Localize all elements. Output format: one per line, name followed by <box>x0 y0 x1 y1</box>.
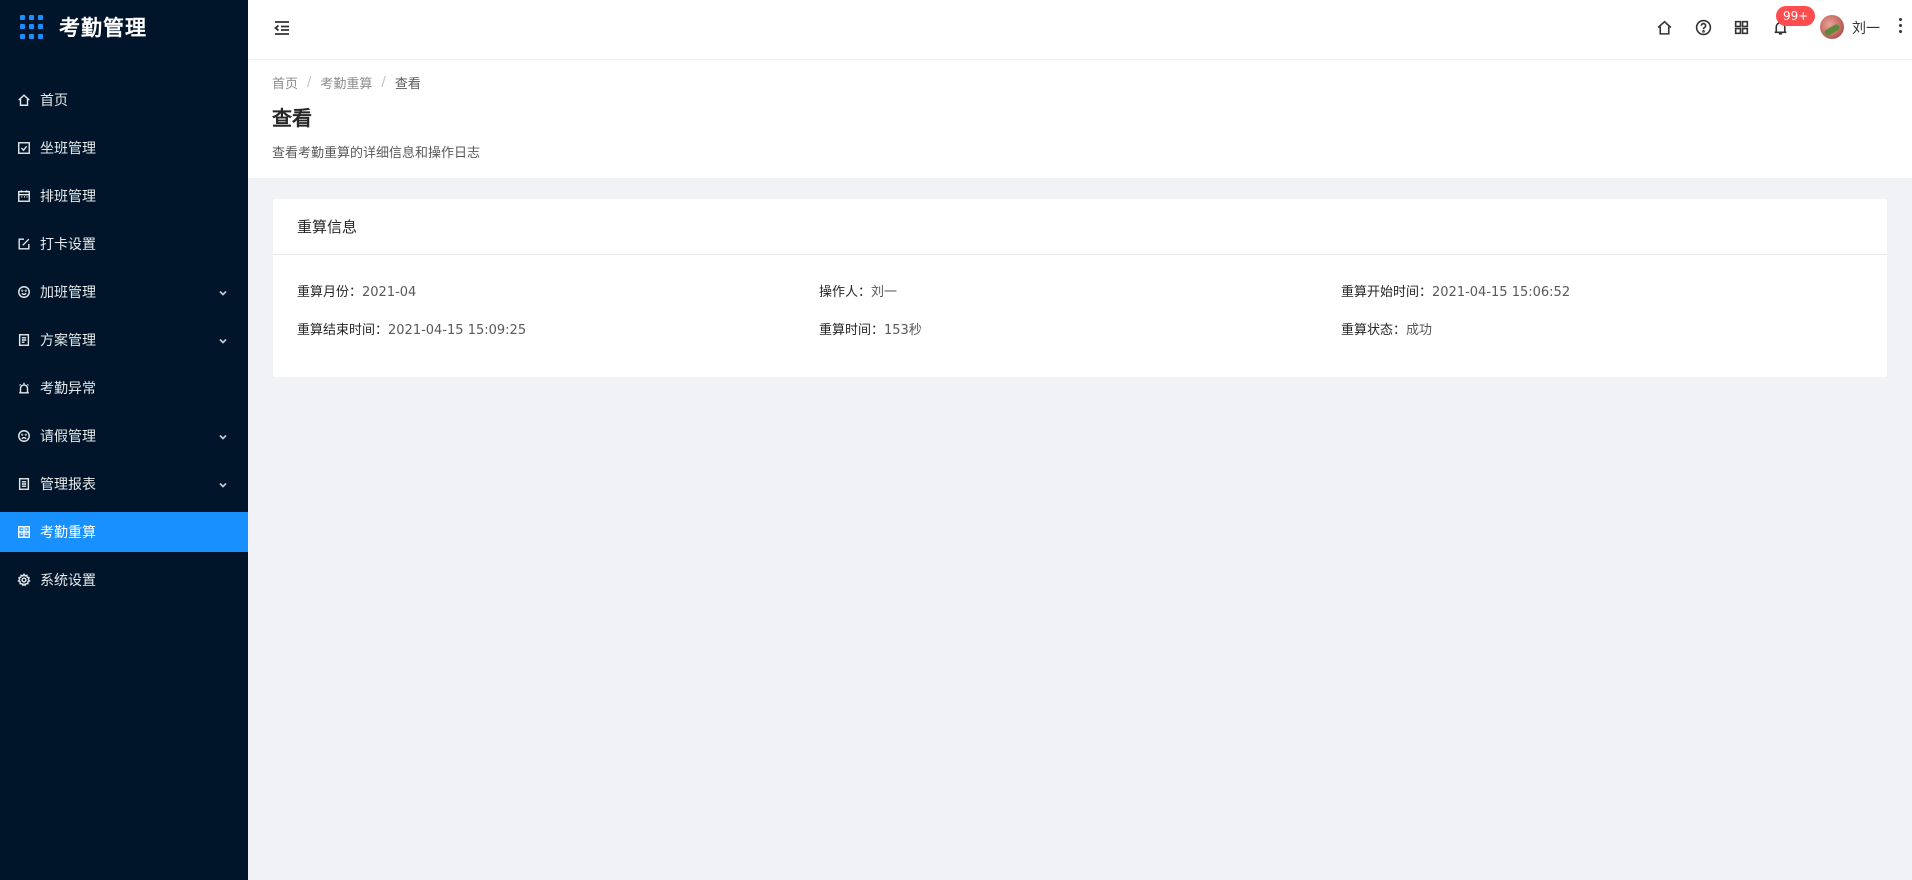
sidebar-item-label: 打卡设置 <box>40 237 96 253</box>
help-icon[interactable] <box>1695 19 1712 36</box>
apps-logo-icon <box>20 15 44 39</box>
sidebar-item-home[interactable]: 首页 <box>0 80 248 120</box>
sidebar-item-leave[interactable]: 请假管理 <box>0 416 248 456</box>
calendar-icon <box>16 189 31 204</box>
sidebar-item-reports[interactable]: 管理报表 <box>0 464 248 504</box>
description-item: 重算结束时间：2021-04-15 15:09:25 <box>297 319 819 357</box>
sidebar-item-label: 系统设置 <box>40 573 96 589</box>
sidebar-item-label: 坐班管理 <box>40 141 96 157</box>
chevron-down-icon <box>218 430 228 440</box>
breadcrumb-separator: / <box>381 75 386 90</box>
avatar[interactable] <box>1820 15 1844 39</box>
recalc-month-value: 2021-04 <box>362 285 417 300</box>
chevron-down-icon <box>218 286 228 296</box>
operator-label: 操作人： <box>819 285 872 300</box>
description-item: 操作人：刘一 <box>819 281 1341 319</box>
sidebar-item-overtime[interactable]: 加班管理 <box>0 272 248 312</box>
description-list: 重算月份：2021-04 操作人：刘一 重算开始时间：2021-04-15 15… <box>297 281 1867 357</box>
description-row: 重算结束时间：2021-04-15 15:09:25 重算时间：153秒 重算状… <box>297 319 1867 357</box>
app-title: 考勤管理 <box>59 16 147 40</box>
home-icon[interactable] <box>1656 19 1673 36</box>
breadcrumb-recalculation[interactable]: 考勤重算 <box>320 73 372 92</box>
logo[interactable]: 考勤管理 <box>0 0 248 54</box>
checkbox-icon <box>16 141 31 156</box>
sidebar: 考勤管理 首页 坐班管理 排班管理 打卡设置 加班管理 方案管理 考勤异常 请假… <box>0 0 248 880</box>
notification-badge: 99+ <box>1776 6 1816 26</box>
breadcrumb: 首页 / 考勤重算 / 查看 <box>272 73 421 92</box>
page-title: 查看 <box>272 106 312 130</box>
description-item: 重算时间：153秒 <box>819 319 1341 357</box>
sidebar-item-plans[interactable]: 方案管理 <box>0 320 248 360</box>
menu-fold-icon[interactable] <box>272 18 292 38</box>
sidebar-item-label: 方案管理 <box>40 333 96 349</box>
sidebar-item-label: 加班管理 <box>40 285 96 301</box>
sidebar-item-label: 考勤异常 <box>40 381 96 397</box>
end-time-value: 2021-04-15 15:09:25 <box>388 323 527 338</box>
end-time-label: 重算结束时间： <box>297 323 389 338</box>
alarm-icon <box>16 381 31 396</box>
sidebar-item-label: 排班管理 <box>40 189 96 205</box>
status-value: 成功 <box>1406 323 1433 338</box>
breadcrumb-current: 查看 <box>394 77 421 92</box>
settings-icon <box>16 573 31 588</box>
card-title: 重算信息 <box>273 199 1887 255</box>
sidebar-item-exceptions[interactable]: 考勤异常 <box>0 368 248 408</box>
apps-icon[interactable] <box>1733 19 1750 36</box>
duration-label: 重算时间： <box>819 323 885 338</box>
description-item: 重算状态：成功 <box>1341 319 1863 357</box>
top-header: 99+ 刘一 <box>248 0 1912 60</box>
recalculation-info-card: 重算信息 重算月份：2021-04 操作人：刘一 重算开始时间：2021-04-… <box>272 198 1888 378</box>
chevron-down-icon <box>218 478 228 488</box>
calculator-icon <box>16 525 31 540</box>
home-icon <box>16 93 31 108</box>
sidebar-item-label: 管理报表 <box>40 477 96 493</box>
sidebar-item-label: 请假管理 <box>40 429 96 445</box>
start-time-label: 重算开始时间： <box>1341 285 1433 300</box>
smile-icon <box>16 285 31 300</box>
description-item: 重算月份：2021-04 <box>297 281 819 319</box>
sidebar-item-label: 考勤重算 <box>40 525 96 541</box>
start-time-value: 2021-04-15 15:06:52 <box>1432 285 1571 300</box>
sidebar-item-clock-in[interactable]: 打卡设置 <box>0 224 248 264</box>
description-item: 重算开始时间：2021-04-15 15:06:52 <box>1341 281 1863 319</box>
report-icon <box>16 477 31 492</box>
edit-icon <box>16 237 31 252</box>
description-row: 重算月份：2021-04 操作人：刘一 重算开始时间：2021-04-15 15… <box>297 281 1867 319</box>
more-vertical-icon[interactable] <box>1897 18 1903 36</box>
file-icon <box>16 333 31 348</box>
sidebar-menu: 首页 坐班管理 排班管理 打卡设置 加班管理 方案管理 考勤异常 请假管理 管理… <box>0 80 248 600</box>
sidebar-item-settings[interactable]: 系统设置 <box>0 560 248 600</box>
sidebar-item-recalculation[interactable]: 考勤重算 <box>0 512 248 552</box>
sidebar-item-label: 首页 <box>40 93 68 109</box>
frown-icon <box>16 429 31 444</box>
operator-value: 刘一 <box>871 285 898 300</box>
page-header: 首页 / 考勤重算 / 查看 查看 查看考勤重算的详细信息和操作日志 <box>248 60 1912 178</box>
page-description: 查看考勤重算的详细信息和操作日志 <box>272 146 481 161</box>
username[interactable]: 刘一 <box>1852 18 1880 38</box>
status-label: 重算状态： <box>1341 323 1407 338</box>
duration-value: 153秒 <box>884 323 922 338</box>
breadcrumb-home[interactable]: 首页 <box>272 73 298 92</box>
breadcrumb-separator: / <box>307 75 312 90</box>
sidebar-item-schedule[interactable]: 排班管理 <box>0 176 248 216</box>
recalc-month-label: 重算月份： <box>297 285 363 300</box>
sidebar-item-office[interactable]: 坐班管理 <box>0 128 248 168</box>
chevron-down-icon <box>218 334 228 344</box>
